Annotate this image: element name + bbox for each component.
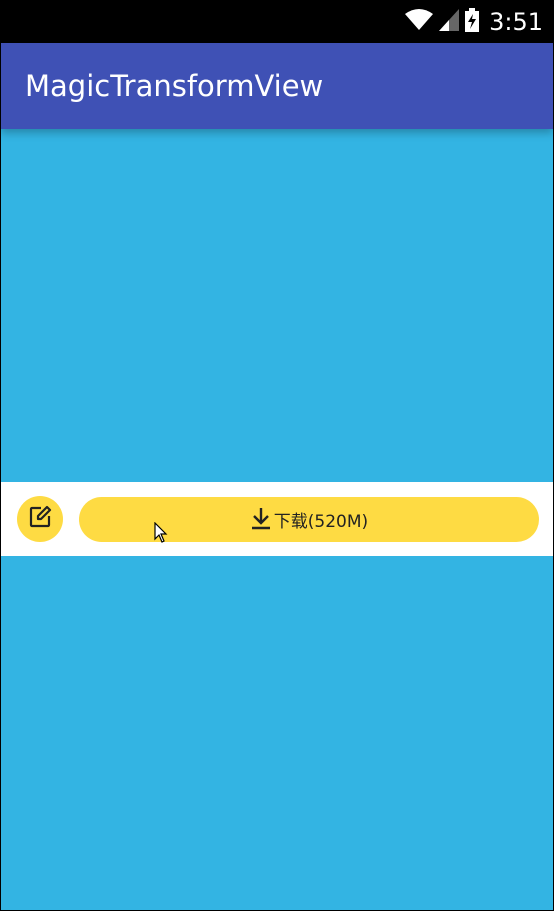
action-strip: 下载(520M) (1, 482, 553, 556)
app-bar: MagicTransformView (1, 43, 553, 129)
status-icons: 3:51 (405, 1, 543, 43)
wifi-icon (405, 9, 434, 35)
status-bar: 3:51 (1, 1, 553, 43)
edit-icon (28, 505, 52, 533)
download-button[interactable]: 下载(520M) (79, 497, 539, 542)
download-label: 下载(520M) (273, 512, 369, 532)
signal-icon (439, 9, 460, 35)
app-screen: 3:51 MagicTransformView 下载(520M) (1, 1, 553, 910)
app-title: MagicTransformView (25, 69, 324, 103)
status-time: 3:51 (489, 8, 543, 36)
mouse-pointer-icon (154, 521, 170, 544)
battery-icon (465, 8, 480, 36)
download-icon (250, 506, 272, 534)
edit-button[interactable] (17, 496, 63, 542)
